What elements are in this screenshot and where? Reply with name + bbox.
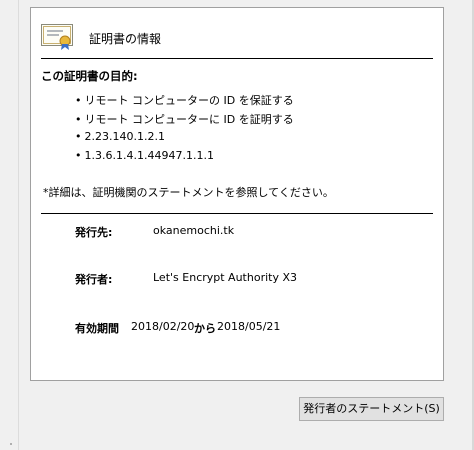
purpose-item: リモート コンピューターに ID を証明する xyxy=(75,111,294,127)
valid-from-value: 2018/02/20 xyxy=(131,320,195,333)
issued-by-label: 発行者: xyxy=(75,273,113,286)
validity-to-word: から xyxy=(194,322,216,335)
purpose-item: 1.3.6.1.4.1.44947.1.1.1 xyxy=(75,149,214,162)
validity-label: 有効期間 xyxy=(75,322,119,335)
issued-to-value: okanemochi.tk xyxy=(153,224,235,237)
purpose-item: 2.23.140.1.2.1 xyxy=(75,130,165,143)
divider xyxy=(41,213,433,214)
issuer-statement-button[interactable]: 発行者のステートメント(S) xyxy=(299,397,444,421)
divider xyxy=(41,58,433,59)
statement-note: *詳細は、証明機関のステートメントを参照してください。 xyxy=(43,186,334,199)
left-edge xyxy=(0,0,19,450)
issued-to-label: 発行先: xyxy=(75,226,113,239)
valid-to-value: 2018/05/21 xyxy=(217,320,281,333)
certificate-icon xyxy=(41,24,73,50)
purpose-heading: この証明書の目的: xyxy=(41,69,138,83)
certificate-info-panel: 証明書の情報 この証明書の目的: リモート コンピューターの ID を保証する … xyxy=(30,7,444,381)
resize-grip-icon xyxy=(10,443,12,445)
purpose-item: リモート コンピューターの ID を保証する xyxy=(75,92,294,108)
panel-title: 証明書の情報 xyxy=(89,32,162,46)
issued-by-value: Let's Encrypt Authority X3 xyxy=(153,271,298,284)
